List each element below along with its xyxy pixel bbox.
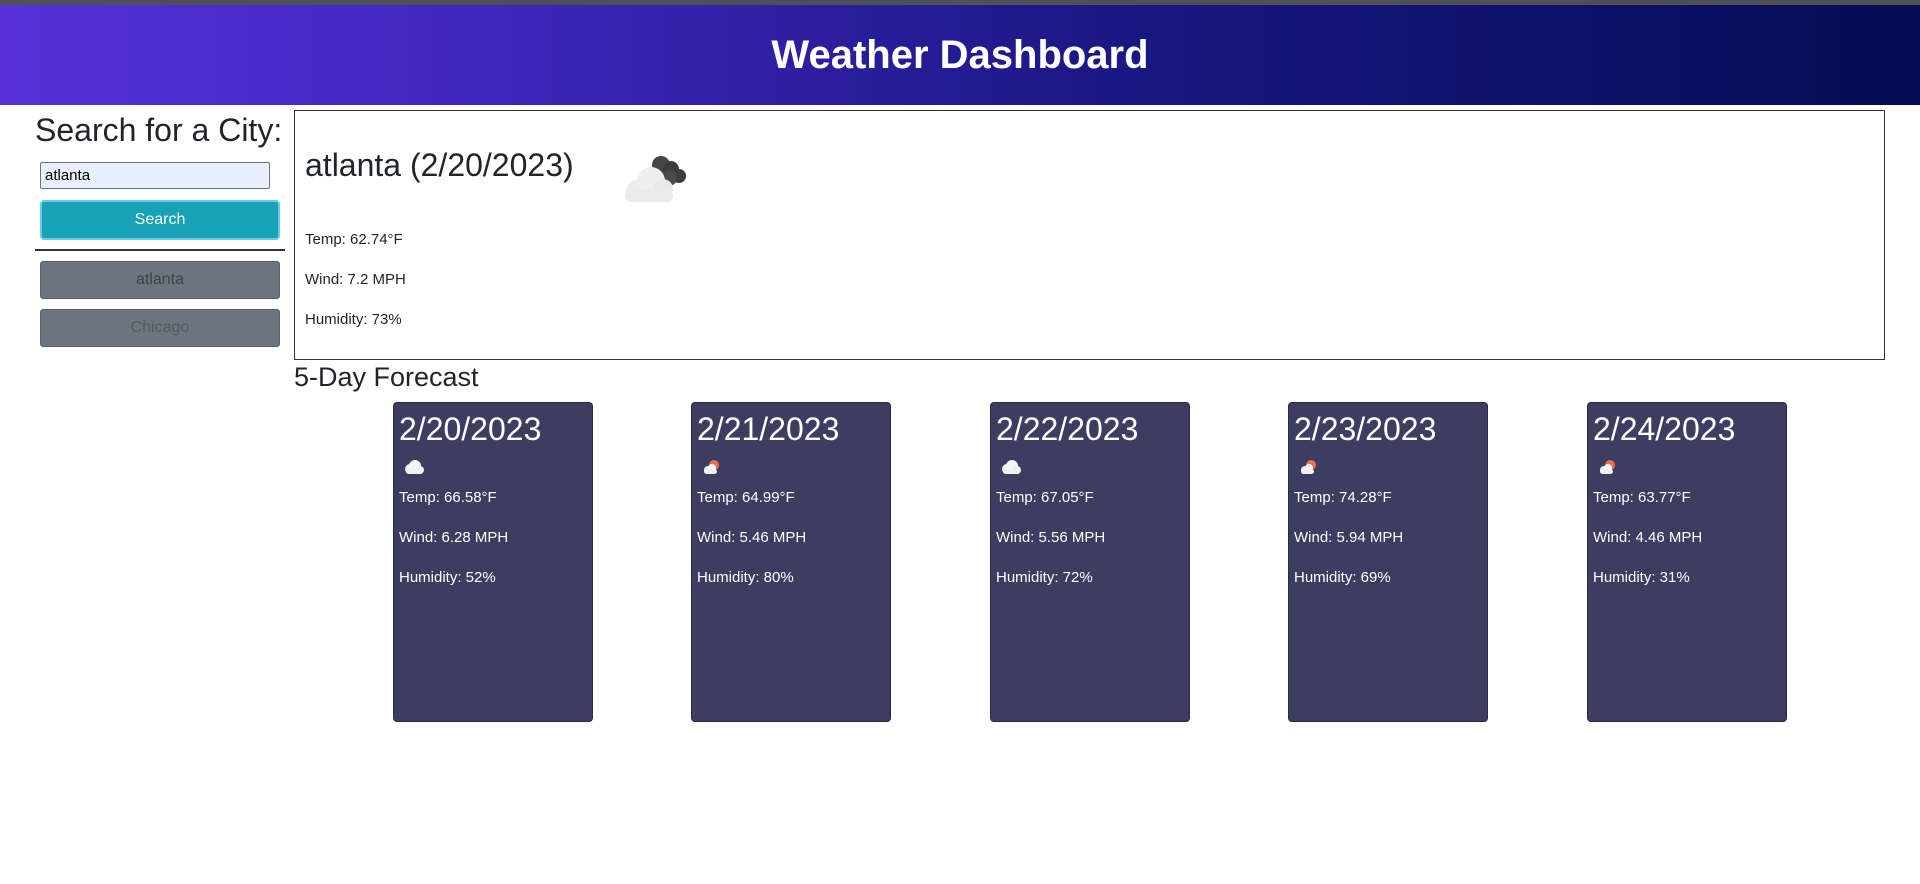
current-humidity: Humidity: 73%: [305, 311, 402, 328]
search-heading: Search for a City:: [35, 112, 283, 148]
forecast-wind: Wind: 6.28 MPH: [399, 529, 509, 546]
forecast-card: 2/20/2023 Temp: 66.58°F Wind: 6.28 MPH H…: [393, 402, 593, 722]
forecast-temp: Temp: 66.58°F: [399, 489, 497, 506]
cloud-icon: [405, 460, 424, 474]
sun-cloud-icon: [1301, 460, 1316, 474]
history-button-atlanta[interactable]: atlanta: [40, 261, 280, 299]
forecast-wind: Wind: 5.56 MPH: [996, 529, 1106, 546]
current-temp: Temp: 62.74°F: [305, 231, 403, 248]
forecast-wind: Wind: 5.94 MPH: [1294, 529, 1404, 546]
forecast-date: 2/21/2023: [697, 411, 840, 447]
current-city-title: atlanta (2/20/2023): [305, 147, 574, 183]
history-button-chicago[interactable]: Chicago: [40, 309, 280, 347]
forecast-temp: Temp: 64.99°F: [697, 489, 795, 506]
forecast-humidity: Humidity: 69%: [1294, 569, 1391, 586]
sun-cloud-icon: [704, 460, 719, 474]
forecast-date: 2/20/2023: [399, 411, 542, 447]
forecast-date: 2/23/2023: [1294, 411, 1437, 447]
forecast-humidity: Humidity: 31%: [1593, 569, 1690, 586]
page-header: Weather Dashboard: [0, 5, 1920, 105]
current-weather-panel: atlanta (2/20/2023) Temp: 62.74°F Wind: …: [294, 110, 1885, 360]
forecast-wind: Wind: 4.46 MPH: [1593, 529, 1703, 546]
forecast-wind: Wind: 5.46 MPH: [697, 529, 807, 546]
forecast-title: 5-Day Forecast: [294, 362, 479, 392]
sun-cloud-icon: [1600, 460, 1615, 474]
forecast-humidity: Humidity: 80%: [697, 569, 794, 586]
current-wind: Wind: 7.2 MPH: [305, 271, 406, 288]
search-sidebar: Search for a City: Search atlanta Chicag…: [35, 112, 285, 347]
forecast-card: 2/24/2023 Temp: 63.77°F Wind: 4.46 MPH H…: [1587, 402, 1787, 722]
forecast-temp: Temp: 74.28°F: [1294, 489, 1392, 506]
cloudy-icon: [625, 156, 686, 202]
page-title: Weather Dashboard: [771, 32, 1149, 77]
search-button[interactable]: Search: [40, 200, 280, 240]
forecast-date: 2/22/2023: [996, 411, 1139, 447]
forecast-temp: Temp: 63.77°F: [1593, 489, 1691, 506]
city-search-input[interactable]: [40, 162, 270, 189]
forecast-card: 2/21/2023 Temp: 64.99°F Wind: 5.46 MPH H…: [691, 402, 891, 722]
forecast-temp: Temp: 67.05°F: [996, 489, 1094, 506]
forecast-card: 2/23/2023 Temp: 74.28°F Wind: 5.94 MPH H…: [1288, 402, 1488, 722]
forecast-date: 2/24/2023: [1593, 411, 1736, 447]
cloud-icon: [1002, 460, 1021, 474]
sidebar-divider: [35, 249, 285, 251]
forecast-humidity: Humidity: 52%: [399, 569, 496, 586]
forecast-humidity: Humidity: 72%: [996, 569, 1093, 586]
forecast-card: 2/22/2023 Temp: 67.05°F Wind: 5.56 MPH H…: [990, 402, 1190, 722]
